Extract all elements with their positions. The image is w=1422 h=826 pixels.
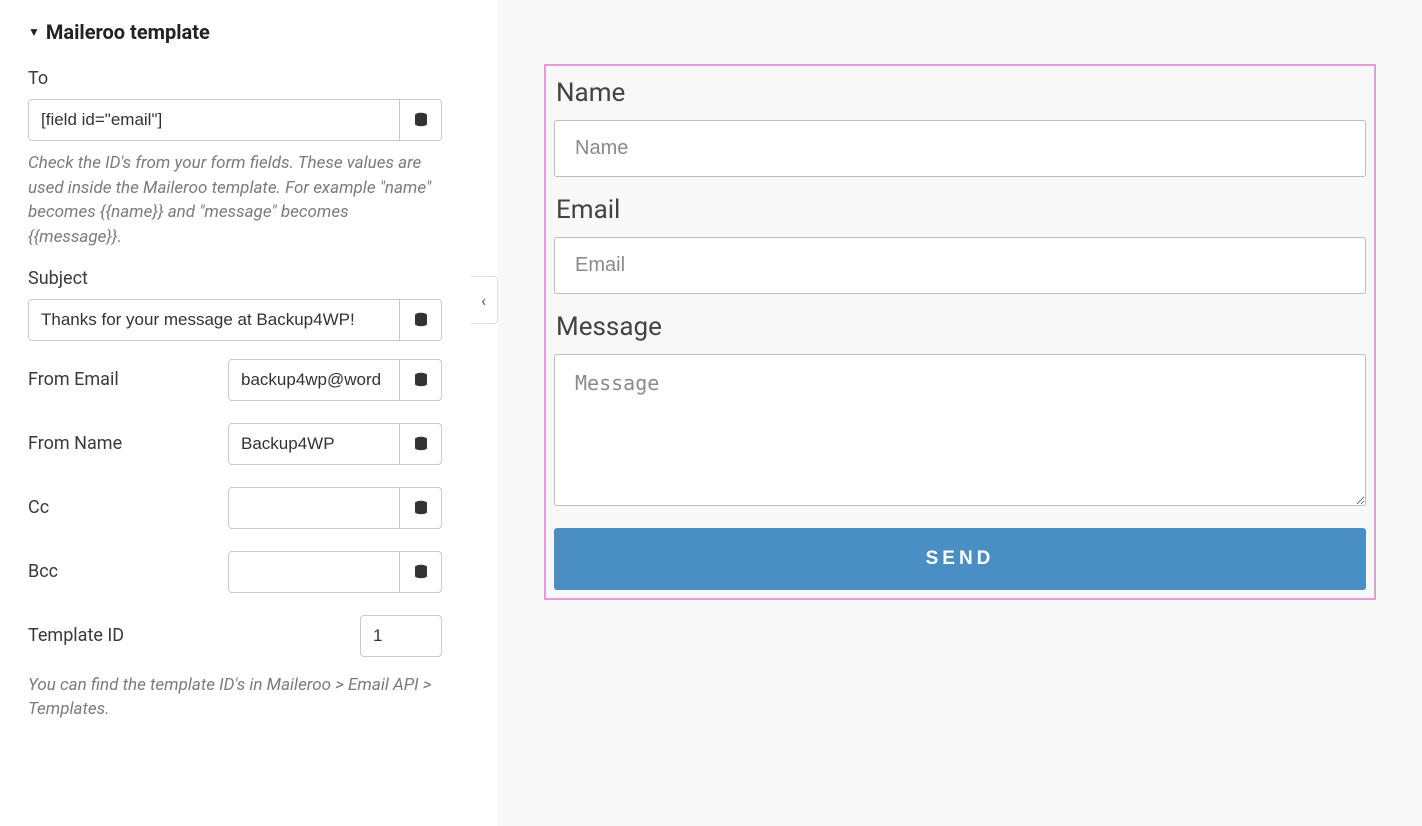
panel-title: Maileroo template [46,20,210,44]
cc-field-picker-button[interactable] [400,487,442,529]
subject-label: Subject [28,268,442,289]
from-email-input[interactable] [228,359,400,401]
to-input[interactable] [28,99,400,141]
caret-down-icon: ▼ [28,25,40,39]
from-email-field-picker-button[interactable] [400,359,442,401]
send-button[interactable]: SEND [554,528,1366,590]
from-name-input[interactable] [228,423,400,465]
preview-email-label: Email [556,195,1366,225]
preview-email-input[interactable] [554,237,1366,294]
to-label: To [28,68,442,89]
preview-message-textarea[interactable] [554,354,1366,506]
template-id-help-text: You can find the template ID's in Mailer… [28,673,442,722]
database-icon [413,372,429,388]
field-template-id: Template ID [28,615,442,657]
from-email-label: From Email [28,369,119,390]
to-help-text: Check the ID's from your form fields. Th… [28,151,442,250]
cc-label: Cc [28,497,49,518]
collapse-sidebar-button[interactable]: ‹ [470,276,498,324]
subject-input[interactable] [28,299,400,341]
preview-message-label: Message [556,312,1366,342]
field-from-name: From Name [28,423,442,465]
database-icon [413,436,429,452]
cc-input[interactable] [228,487,400,529]
panel-toggle-maileroo[interactable]: ▼ Maileroo template [28,20,442,44]
contact-form-card[interactable]: Name Email Message SEND [544,64,1376,600]
from-name-field-picker-button[interactable] [400,423,442,465]
preview-name-label: Name [556,78,1366,108]
bcc-field-picker-button[interactable] [400,551,442,593]
template-id-label: Template ID [28,625,124,646]
database-icon [413,500,429,516]
subject-field-picker-button[interactable] [400,299,442,341]
template-id-input[interactable] [360,615,442,657]
database-icon [413,312,429,328]
to-field-picker-button[interactable] [400,99,442,141]
bcc-input[interactable] [228,551,400,593]
database-icon [413,564,429,580]
chevron-left-icon: ‹ [481,291,486,310]
preview-name-input[interactable] [554,120,1366,177]
field-from-email: From Email [28,359,442,401]
bcc-label: Bcc [28,561,58,582]
form-preview-area: Name Email Message SEND [498,0,1422,826]
field-cc: Cc [28,487,442,529]
settings-sidebar: ▼ Maileroo template To Check the ID's fr… [0,0,470,826]
database-icon [413,112,429,128]
field-subject: Subject [28,268,442,341]
field-to: To Check the ID's from your form fields.… [28,68,442,250]
from-name-label: From Name [28,433,122,454]
field-bcc: Bcc [28,551,442,593]
